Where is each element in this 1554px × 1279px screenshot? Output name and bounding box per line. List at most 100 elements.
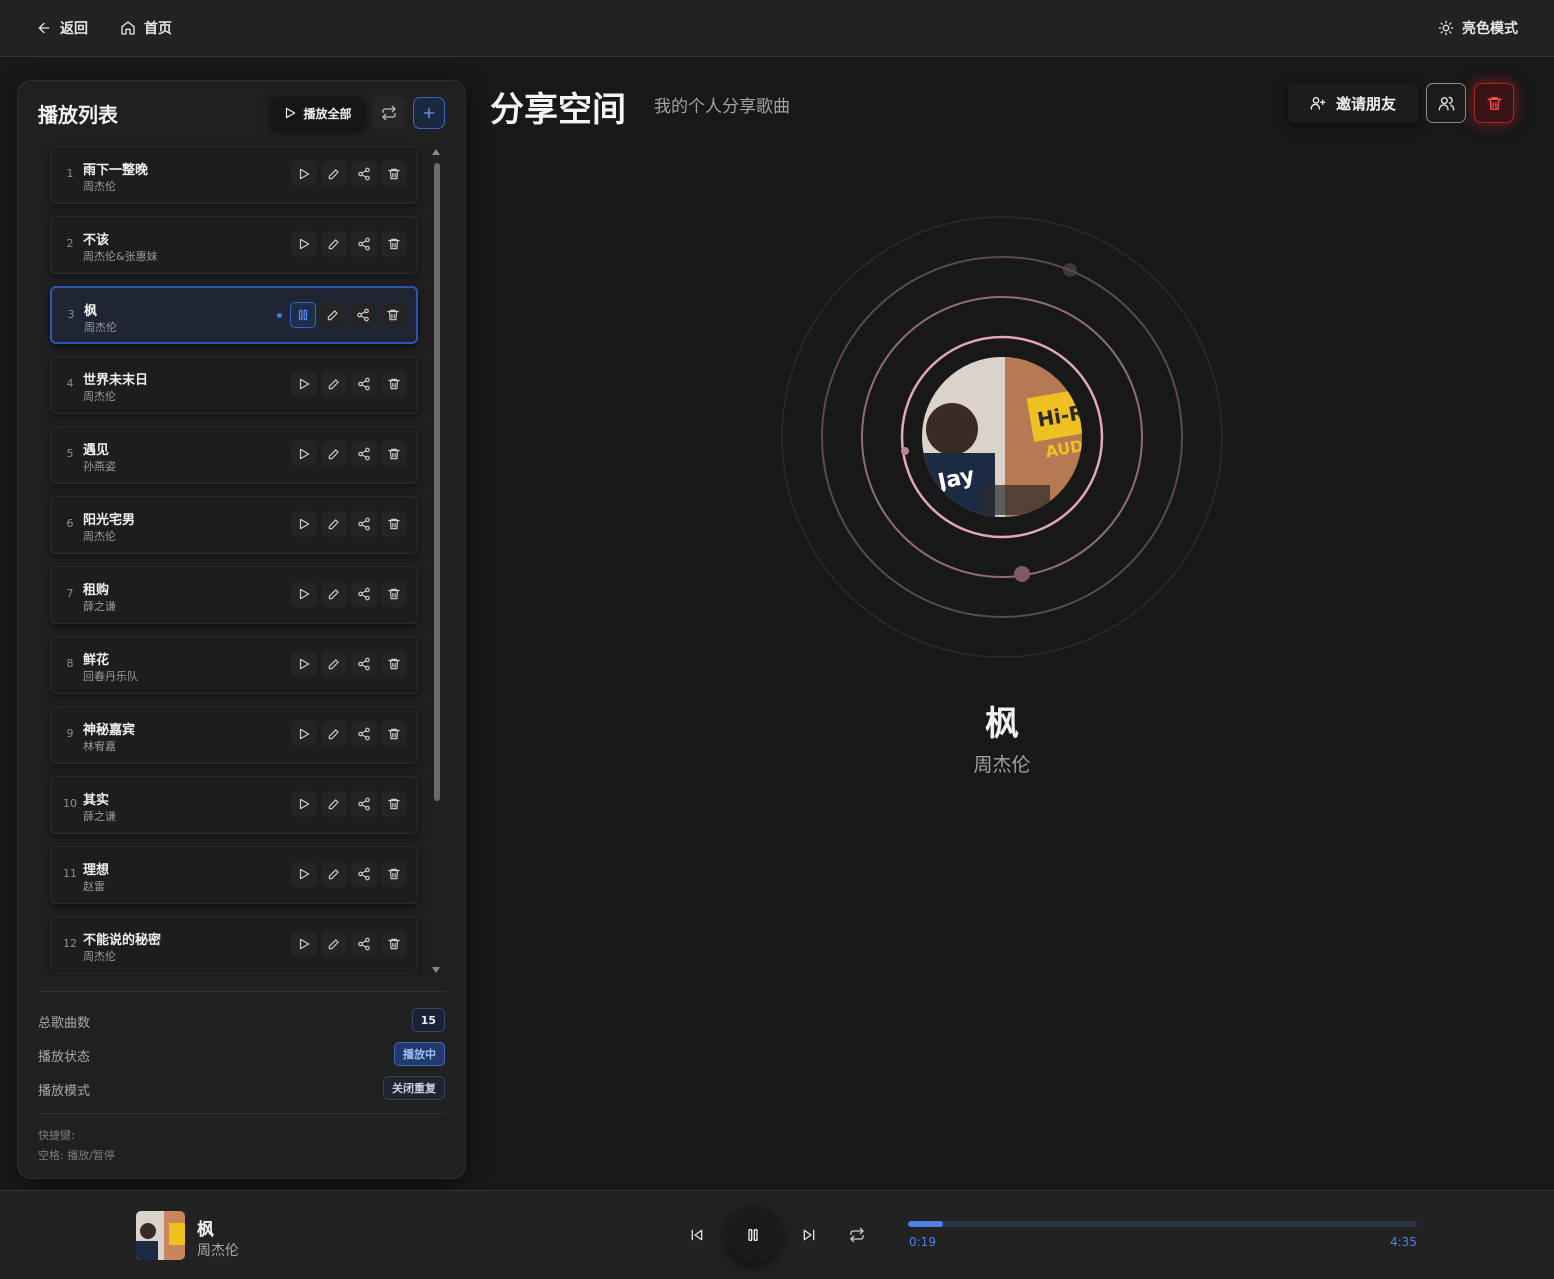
members-button[interactable] — [1426, 83, 1466, 123]
song-actions — [290, 302, 406, 328]
play-song-button[interactable] — [291, 581, 317, 607]
delete-song-button[interactable] — [381, 721, 407, 747]
play-song-button[interactable] — [291, 371, 317, 397]
edit-song-button[interactable] — [321, 231, 347, 257]
duration: 4:35 — [1390, 1235, 1417, 1249]
trash-icon — [387, 867, 401, 881]
delete-song-button[interactable] — [381, 651, 407, 677]
delete-song-button[interactable] — [381, 371, 407, 397]
edit-song-button[interactable] — [321, 931, 347, 957]
add-song-button[interactable] — [413, 97, 445, 129]
share-song-button[interactable] — [351, 721, 377, 747]
pause-song-button[interactable] — [290, 302, 316, 328]
song-row[interactable]: 9 神秘嘉宾 林宥嘉 — [50, 706, 418, 764]
trash-icon — [387, 237, 401, 251]
song-row[interactable]: 3 枫周杰伦 — [50, 286, 418, 344]
play-icon — [297, 657, 311, 671]
song-row[interactable]: 8 鲜花 回春丹乐队 — [50, 636, 418, 694]
pencil-icon — [326, 308, 340, 322]
theme-toggle-button[interactable]: 亮色模式 — [1438, 14, 1518, 42]
home-label: 首页 — [144, 21, 172, 37]
delete-song-button[interactable] — [381, 581, 407, 607]
play-song-button[interactable] — [291, 231, 317, 257]
edit-song-button[interactable] — [321, 441, 347, 467]
next-button[interactable] — [795, 1221, 823, 1249]
song-row[interactable]: 5 遇见 孙燕姿 — [50, 426, 418, 484]
edit-song-button[interactable] — [321, 651, 347, 677]
edit-song-button[interactable] — [321, 161, 347, 187]
share-song-button[interactable] — [351, 371, 377, 397]
share-song-button[interactable] — [350, 302, 376, 328]
play-status-badge: 播放中 — [394, 1042, 445, 1066]
delete-song-button[interactable] — [380, 302, 406, 328]
song-index: 8 — [66, 657, 74, 670]
delete-song-button[interactable] — [381, 231, 407, 257]
edit-song-button[interactable] — [321, 371, 347, 397]
play-all-button[interactable]: 播放全部 — [270, 97, 365, 129]
delete-song-button[interactable] — [381, 931, 407, 957]
delete-song-button[interactable] — [381, 441, 407, 467]
share-icon — [357, 937, 371, 951]
play-icon — [297, 377, 311, 391]
now-playing-artist: 周杰伦 — [973, 754, 1031, 776]
play-song-button[interactable] — [291, 861, 317, 887]
share-song-button[interactable] — [351, 231, 377, 257]
progress-bar[interactable] — [908, 1221, 1417, 1227]
pencil-icon — [327, 517, 341, 531]
song-row[interactable]: 6 阳光宅男 周杰伦 — [50, 496, 418, 554]
song-name: 枫 — [84, 304, 98, 319]
invite-label: 邀请朋友 — [1335, 94, 1396, 113]
play-song-button[interactable] — [291, 651, 317, 677]
song-row[interactable]: 11 理想 赵雷 — [50, 846, 418, 904]
edit-song-button[interactable] — [320, 302, 346, 328]
pause-icon — [296, 308, 310, 322]
player-repeat-button[interactable] — [843, 1221, 871, 1249]
delete-song-button[interactable] — [381, 791, 407, 817]
repeat-button[interactable] — [373, 97, 405, 129]
song-row[interactable]: 1 雨下一整晚 周杰伦 — [50, 146, 418, 204]
share-icon — [356, 308, 370, 322]
play-song-button[interactable] — [291, 791, 317, 817]
repeat-icon — [381, 105, 397, 121]
invite-friends-button[interactable]: 邀请朋友 — [1288, 83, 1418, 123]
delete-song-button[interactable] — [381, 511, 407, 537]
share-song-button[interactable] — [351, 861, 377, 887]
edit-song-button[interactable] — [321, 581, 347, 607]
song-row[interactable]: 4 世界未末日 周杰伦 — [50, 356, 418, 414]
share-song-button[interactable] — [351, 651, 377, 677]
delete-space-button[interactable] — [1474, 83, 1514, 123]
song-row[interactable]: 7 租购 薛之谦 — [50, 566, 418, 624]
home-button[interactable]: 首页 — [120, 14, 172, 42]
share-song-button[interactable] — [351, 581, 377, 607]
pause-button[interactable] — [725, 1207, 781, 1263]
sun-icon — [1438, 20, 1454, 36]
edit-song-button[interactable] — [321, 721, 347, 747]
share-song-button[interactable] — [351, 791, 377, 817]
share-song-button[interactable] — [351, 511, 377, 537]
edit-song-button[interactable] — [321, 861, 347, 887]
song-actions — [291, 651, 407, 677]
song-index: 1 — [66, 167, 74, 180]
previous-button[interactable] — [683, 1221, 711, 1249]
edit-song-button[interactable] — [321, 511, 347, 537]
share-song-button[interactable] — [351, 441, 377, 467]
trash-icon — [386, 308, 400, 322]
play-song-button[interactable] — [291, 721, 317, 747]
song-row[interactable]: 12 不能说的秘密 周杰伦 — [50, 916, 418, 974]
song-row[interactable]: 10 其实 薛之谦 — [50, 776, 418, 834]
edit-song-button[interactable] — [321, 791, 347, 817]
play-song-button[interactable] — [291, 441, 317, 467]
current-time: 0:19 — [909, 1235, 936, 1249]
delete-song-button[interactable] — [381, 861, 407, 887]
scroll-thumb[interactable] — [434, 163, 440, 801]
back-button[interactable]: 返回 — [36, 14, 88, 42]
share-song-button[interactable] — [351, 931, 377, 957]
play-song-button[interactable] — [291, 931, 317, 957]
play-song-button[interactable] — [291, 511, 317, 537]
divider — [38, 1113, 446, 1114]
share-song-button[interactable] — [351, 161, 377, 187]
play-song-button[interactable] — [291, 161, 317, 187]
delete-song-button[interactable] — [381, 161, 407, 187]
song-row[interactable]: 2 不该 周杰伦&张惠妹 — [50, 216, 418, 274]
playlist-scrollbar[interactable] — [431, 149, 441, 975]
